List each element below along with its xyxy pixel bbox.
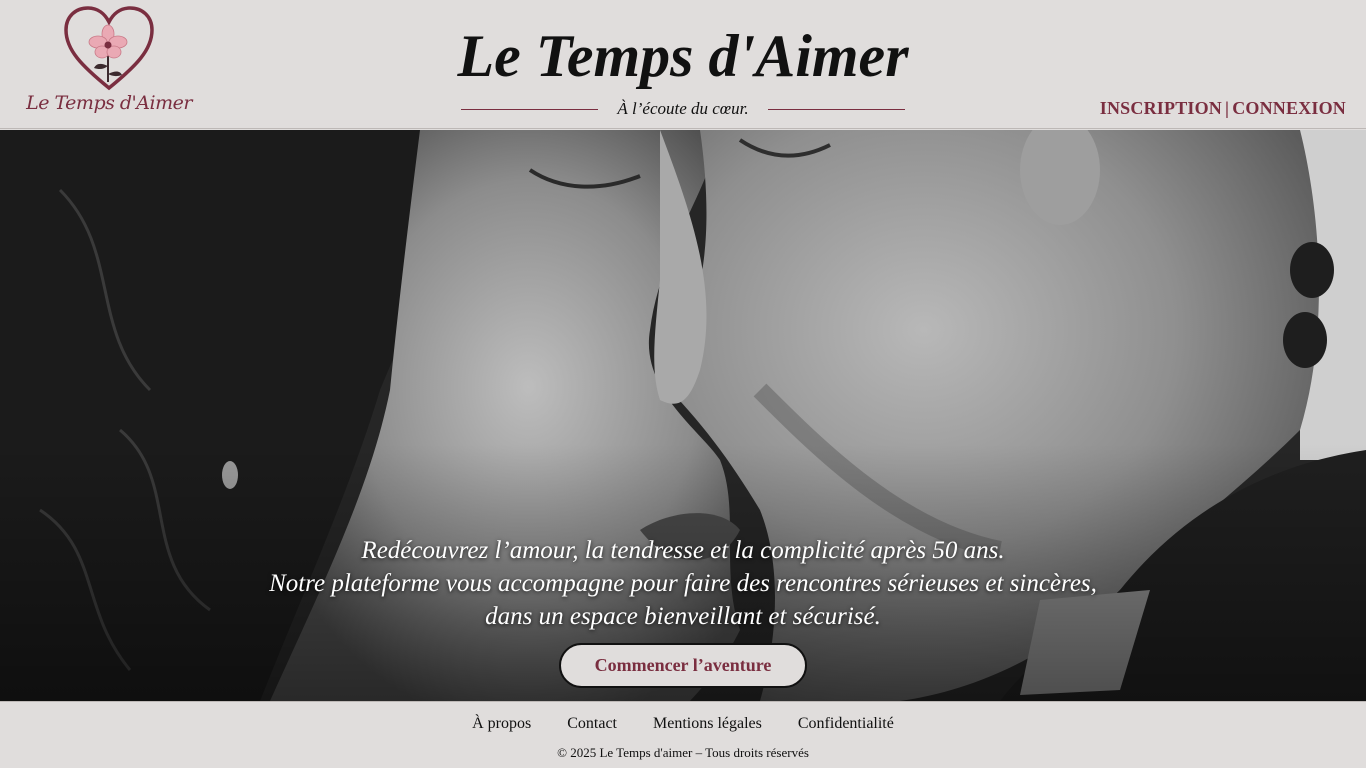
- hero-line: Notre plateforme vous accompagne pour fa…: [269, 570, 1097, 597]
- footer-link-legal[interactable]: Mentions légales: [653, 715, 762, 733]
- footer-nav: À propos Contact Mentions légales Confid…: [0, 715, 1366, 733]
- login-link[interactable]: CONNEXION: [1232, 98, 1346, 118]
- tagline: À l’écoute du cœur.: [461, 98, 905, 120]
- hero-section: Redécouvrez l’amour, la tendresse et la …: [0, 130, 1366, 701]
- footer-link-about[interactable]: À propos: [472, 715, 531, 733]
- site-footer: À propos Contact Mentions légales Confid…: [0, 701, 1366, 768]
- site-logo[interactable]: Le Temps d'Aimer: [26, 4, 192, 122]
- heart-flower-logo-icon: [64, 6, 154, 91]
- hero-line: dans un espace bienveillant et sécurisé.: [485, 603, 881, 630]
- start-adventure-button[interactable]: Commencer l’aventure: [559, 643, 807, 688]
- hero-tagline: Redécouvrez l’amour, la tendresse et la …: [0, 534, 1366, 633]
- auth-separator: |: [1225, 98, 1230, 118]
- hero-line: Redécouvrez l’amour, la tendresse et la …: [361, 537, 1005, 564]
- tagline-text: À l’écoute du cœur.: [617, 99, 749, 118]
- tagline-divider-right: [768, 109, 905, 110]
- footer-link-privacy[interactable]: Confidentialité: [798, 715, 894, 733]
- copyright-text: © 2025 Le Temps d'aimer – Tous droits ré…: [557, 745, 809, 760]
- signup-link[interactable]: INSCRIPTION: [1100, 98, 1222, 118]
- site-title: Le Temps d'Aimer: [457, 23, 909, 89]
- footer-link-contact[interactable]: Contact: [567, 715, 617, 733]
- auth-links: INSCRIPTION | CONNEXION: [1100, 98, 1346, 119]
- site-header: Le Temps d'Aimer Le Temps d'Aimer À l’éc…: [0, 0, 1366, 129]
- tagline-divider-left: [461, 109, 598, 110]
- logo-text: Le Temps d'Aimer: [26, 92, 192, 114]
